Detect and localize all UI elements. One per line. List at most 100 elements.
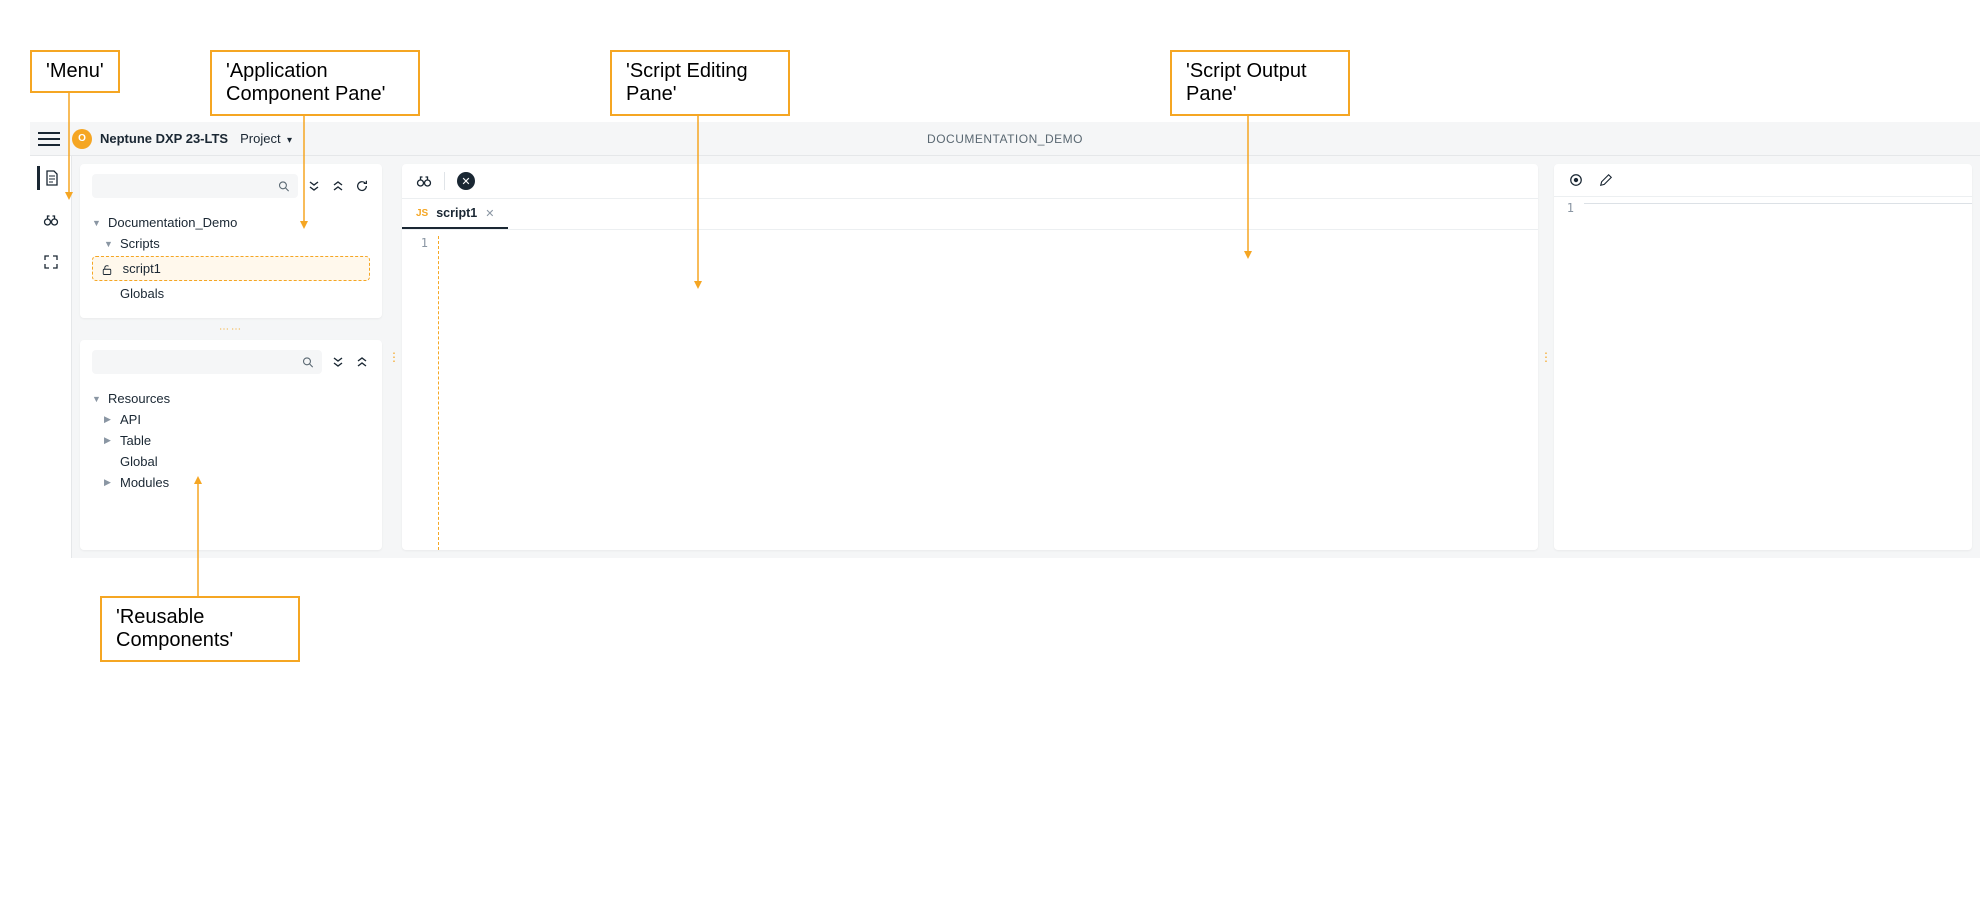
edit-button[interactable]: [1598, 172, 1614, 188]
caret-down-icon: ▼: [92, 218, 102, 228]
callout-editing-pane: 'Script Editing Pane': [610, 50, 790, 116]
caret-right-icon: ▶: [104, 477, 114, 488]
callout-editing-text: 'Script Editing Pane': [626, 60, 748, 105]
resources-tree: ▼ Resources ▶ API ▶ Table Global ▶ Mo: [80, 384, 382, 507]
find-button[interactable]: [416, 173, 432, 189]
header-bar: O Neptune DXP 23-LTS Project ▾ DOCUMENTA…: [30, 122, 1980, 156]
application-component-pane: ▼ Documentation_Demo ▼ Scripts script1 G…: [80, 164, 382, 318]
horizontal-splitter[interactable]: [80, 326, 382, 332]
left-rail: [30, 156, 72, 558]
record-icon: [1569, 173, 1583, 187]
component-search-input[interactable]: [100, 179, 278, 193]
tree-label: Resources: [108, 391, 170, 406]
expand-icon: [43, 254, 59, 270]
chevrons-down-icon: [332, 356, 344, 368]
callout-component-pane: 'Application Component Pane': [210, 50, 420, 116]
chevron-down-icon: ▾: [284, 135, 292, 146]
document-icon: [44, 170, 60, 186]
chevrons-up-icon: [332, 180, 344, 192]
refresh-button[interactable]: [354, 178, 370, 194]
component-tree: ▼ Documentation_Demo ▼ Scripts script1 G…: [80, 208, 382, 318]
arrow-menu: [65, 88, 73, 200]
line-gutter: 1: [402, 236, 438, 550]
line-number: 1: [402, 236, 428, 250]
code-content[interactable]: [438, 236, 1538, 550]
workspace: ▼ Documentation_Demo ▼ Scripts script1 G…: [30, 156, 1980, 558]
tree-node-scripts[interactable]: ▼ Scripts: [88, 233, 374, 254]
resources-search[interactable]: [92, 350, 322, 374]
collapse-all-button[interactable]: [354, 354, 370, 370]
tree-label: script1: [123, 261, 161, 276]
tree-root-documentation-demo[interactable]: ▼ Documentation_Demo: [88, 212, 374, 233]
collapse-all-button[interactable]: [330, 178, 346, 194]
arrow-output: [1244, 111, 1252, 259]
script-output-pane: 1: [1554, 164, 1972, 550]
chevrons-up-icon: [356, 356, 368, 368]
expand-all-button[interactable]: [306, 178, 322, 194]
search-icon: [302, 356, 314, 369]
search-icon: [278, 180, 290, 193]
project-dropdown[interactable]: Project ▾: [240, 131, 292, 146]
code-editor[interactable]: 1: [402, 230, 1538, 550]
record-button[interactable]: [1568, 172, 1584, 188]
caret-down-icon: ▼: [104, 239, 114, 249]
tree-node-api[interactable]: ▶ API: [88, 409, 374, 430]
arrow-reusable: [194, 476, 202, 596]
vertical-splitter-1[interactable]: [390, 156, 398, 558]
vertical-splitter-2[interactable]: [1542, 156, 1550, 558]
tree-label: Modules: [120, 475, 169, 490]
reusable-components-pane: ▼ Resources ▶ API ▶ Table Global ▶ Mo: [80, 340, 382, 550]
brand-initial: O: [78, 133, 86, 144]
rail-binoculars-button[interactable]: [39, 208, 63, 232]
resources-search-input[interactable]: [100, 355, 302, 369]
tree-node-global[interactable]: Global: [88, 451, 374, 472]
caret-right-icon: ▶: [104, 414, 114, 425]
binoculars-icon: [416, 173, 432, 189]
hamburger-menu-button[interactable]: [38, 128, 60, 150]
expand-all-button[interactable]: [330, 354, 346, 370]
tab-lang-badge: JS: [416, 208, 428, 219]
tree-label: Table: [120, 433, 151, 448]
tree-node-modules[interactable]: ▶ Modules: [88, 472, 374, 493]
output-gutter: 1: [1554, 201, 1584, 550]
tab-name-label: script1: [436, 206, 477, 220]
script-editing-pane: ✕ JS script1 ✕ 1: [402, 164, 1538, 550]
tree-node-globals[interactable]: Globals: [88, 283, 374, 304]
tree-node-table[interactable]: ▶ Table: [88, 430, 374, 451]
output-toolbar: [1554, 164, 1972, 197]
callout-output-text: 'Script Output Pane': [1186, 60, 1307, 105]
output-body: 1: [1554, 197, 1972, 550]
refresh-icon: [355, 179, 369, 193]
close-button[interactable]: ✕: [457, 172, 475, 190]
arrow-editing: [694, 111, 702, 289]
output-line-number: 1: [1554, 201, 1574, 215]
toolbar-separator: [444, 172, 445, 190]
binoculars-icon: [43, 212, 59, 228]
callout-component-text: 'Application Component Pane': [226, 60, 385, 105]
document-title: DOCUMENTATION_DEMO: [927, 132, 1083, 146]
project-label: Project: [240, 131, 280, 146]
rail-expand-button[interactable]: [39, 250, 63, 274]
tree-label: API: [120, 412, 141, 427]
brand-name: Neptune DXP 23-LTS: [100, 131, 228, 146]
editor-toolbar: ✕: [402, 164, 1538, 199]
tab-close-button[interactable]: ✕: [485, 207, 494, 220]
component-pane-column: ▼ Documentation_Demo ▼ Scripts script1 G…: [72, 156, 390, 558]
caret-down-icon: ▼: [92, 394, 102, 404]
resources-toolbar: [80, 340, 382, 384]
close-icon: ✕: [461, 175, 470, 188]
tree-label: Scripts: [120, 236, 160, 251]
tree-item-script1[interactable]: script1: [92, 256, 370, 281]
callout-reusable-text: 'Reusable Components': [116, 606, 233, 651]
arrow-component: [300, 111, 308, 229]
editor-tab-strip: JS script1 ✕: [402, 199, 1538, 230]
rail-document-button[interactable]: [37, 166, 61, 190]
tree-label: Documentation_Demo: [108, 215, 237, 230]
tab-script1[interactable]: JS script1 ✕: [402, 199, 508, 229]
callout-menu: 'Menu': [30, 50, 120, 93]
tree-root-resources[interactable]: ▼ Resources: [88, 388, 374, 409]
output-line-content: [1584, 203, 1972, 204]
tree-label: Globals: [120, 286, 164, 301]
component-search[interactable]: [92, 174, 298, 198]
chevrons-down-icon: [308, 180, 320, 192]
